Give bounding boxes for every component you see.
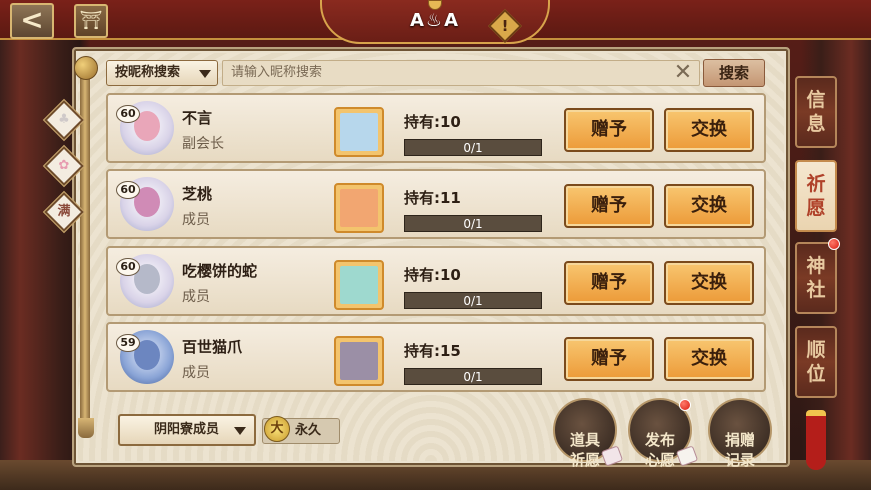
- shikigami-portrait-icon: [340, 266, 378, 304]
- member-row: 60 芝桃 成员 持有:11 0/1 赠予 交换: [106, 169, 766, 239]
- member-role: 副会长: [182, 136, 224, 152]
- scroll-cap-top: [74, 56, 98, 80]
- trade-button[interactable]: 交换: [664, 261, 754, 305]
- tab-ranking[interactable]: 顺 位: [795, 326, 837, 398]
- shikigami-portrait-icon: [340, 113, 378, 151]
- level-badge: 59: [116, 334, 140, 352]
- gift-button[interactable]: 赠予: [564, 184, 654, 228]
- notification-dot: [828, 238, 840, 250]
- hold-count: 持有:10: [404, 113, 461, 131]
- sakura-icon: ✿: [58, 158, 70, 173]
- scroll-cap-bottom: [78, 418, 94, 438]
- page-title: A♨A: [410, 10, 460, 31]
- tassel-decoration: [806, 410, 826, 470]
- member-role: 成员: [182, 289, 210, 305]
- tab-shrine[interactable]: 神 社: [795, 242, 837, 314]
- avatar[interactable]: 60: [116, 101, 174, 155]
- wish-item-card[interactable]: [334, 107, 384, 157]
- back-button[interactable]: <: [10, 3, 54, 39]
- search-button[interactable]: 搜索: [703, 59, 765, 87]
- hold-count: 持有:11: [404, 189, 461, 207]
- duration-label: 永久: [295, 423, 322, 438]
- wish-item-card[interactable]: [334, 336, 384, 386]
- chevron-down-icon: [234, 427, 246, 435]
- progress-text: 0/1: [463, 217, 483, 231]
- notification-dot: [679, 399, 691, 411]
- search-type-dropdown[interactable]: 按昵称搜索: [106, 60, 218, 86]
- member-role: 成员: [182, 212, 210, 228]
- member-name: 百世猫爪: [182, 338, 243, 356]
- progress-text: 0/1: [463, 370, 483, 384]
- wish-progress-bar: 0/1: [404, 139, 542, 156]
- wish-progress-bar: 0/1: [404, 292, 542, 309]
- shikigami-portrait-icon: [340, 189, 378, 227]
- wish-progress-bar: 0/1: [404, 368, 542, 385]
- member-role: 成员: [182, 365, 210, 381]
- clear-icon[interactable]: ✕: [672, 62, 694, 84]
- search-type-label: 按昵称搜索: [115, 65, 181, 80]
- trade-button[interactable]: 交换: [664, 108, 754, 152]
- duration-coin-icon: 大: [264, 416, 290, 442]
- wish-item-card[interactable]: [334, 260, 384, 310]
- avatar[interactable]: 60: [116, 254, 174, 308]
- member-filter-dropdown[interactable]: 阴阳寮成员: [118, 414, 256, 446]
- member-row: 59 百世猫爪 成员 持有:15 0/1 赠予 交换: [106, 322, 766, 392]
- progress-text: 0/1: [463, 294, 483, 308]
- chevron-down-icon: [199, 70, 211, 78]
- item-wish-label: 道具 祈愿: [569, 431, 600, 469]
- hold-count: 持有:10: [404, 266, 461, 284]
- gift-button[interactable]: 赠予: [564, 108, 654, 152]
- tab-info[interactable]: 信 息: [795, 76, 837, 148]
- member-name: 芝桃: [182, 185, 213, 203]
- publish-wish-label: 发布 心愿: [644, 431, 675, 469]
- member-filter-label: 阴阳寮成员: [154, 422, 220, 437]
- search-input[interactable]: 请输入昵称搜索: [222, 60, 700, 86]
- donate-log-button[interactable]: 捐赠 记录: [708, 398, 772, 469]
- member-name: 吃樱饼的蛇: [182, 262, 258, 280]
- member-row: 60 吃樱饼的蛇 成员 持有:10 0/1 赠予 交换: [106, 246, 766, 316]
- trade-button[interactable]: 交换: [664, 337, 754, 381]
- guild-home-icon[interactable]: ⛩: [74, 4, 108, 38]
- avatar[interactable]: 59: [116, 330, 174, 384]
- trade-button[interactable]: 交换: [664, 184, 754, 228]
- member-name: 不言: [182, 109, 213, 127]
- progress-text: 0/1: [463, 141, 483, 155]
- item-wish-button[interactable]: 道具 祈愿: [553, 398, 624, 469]
- warning-glyph: !: [501, 17, 509, 35]
- wish-item-card[interactable]: [334, 183, 384, 233]
- level-badge: 60: [116, 181, 140, 199]
- level-badge: 60: [116, 258, 140, 276]
- donate-log-label: 捐赠 记录: [724, 431, 755, 469]
- wish-progress-bar: 0/1: [404, 215, 542, 232]
- gift-button[interactable]: 赠予: [564, 261, 654, 305]
- full-icon: 满: [57, 204, 71, 219]
- gift-button[interactable]: 赠予: [564, 337, 654, 381]
- member-row: 60 不言 副会长 持有:10 0/1 赠予 交换: [106, 93, 766, 163]
- filter-all-icon: ♣: [58, 112, 70, 127]
- tab-wish[interactable]: 祈 愿: [795, 160, 837, 232]
- hold-count: 持有:15: [404, 342, 461, 360]
- level-badge: 60: [116, 105, 140, 123]
- avatar[interactable]: 60: [116, 177, 174, 231]
- shikigami-portrait-icon: [340, 342, 378, 380]
